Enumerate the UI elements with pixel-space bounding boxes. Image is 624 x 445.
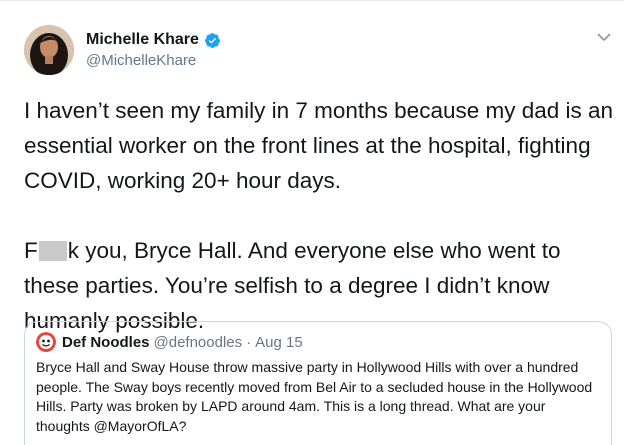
quoted-author-name: Def Noodles xyxy=(62,333,150,351)
quoted-tweet-text: Bryce Hall and Sway House throw massive … xyxy=(36,359,593,434)
tweet-card: Michelle Khare @MichelleKhare I haven’t … xyxy=(0,0,624,445)
tweet-paragraph-1: I haven’t seen my family in 7 months bec… xyxy=(24,98,620,193)
quoted-tweet-date: Aug 15 xyxy=(255,333,303,351)
tweet-paragraph-2-suffix: k you, Bryce Hall. And everyone else who… xyxy=(24,238,567,333)
author-avatar[interactable] xyxy=(24,25,74,75)
avatar-portrait xyxy=(24,25,74,75)
quoted-avatar-image xyxy=(36,332,56,352)
author-handle[interactable]: @MichelleKhare xyxy=(86,52,221,69)
author-block: Michelle Khare @MichelleKhare xyxy=(86,29,221,69)
quoted-separator: · xyxy=(246,333,252,351)
quoted-author-handle: @defnoodles xyxy=(153,333,243,351)
verified-badge-icon xyxy=(205,32,220,48)
author-name-row: Michelle Khare xyxy=(86,29,221,51)
author-display-name[interactable]: Michelle Khare xyxy=(86,31,199,49)
tweet-paragraph-2-prefix: F xyxy=(24,238,38,263)
quoted-tweet-card[interactable]: Def Noodles @defnoodles · Aug 15 Bryce H… xyxy=(24,321,612,445)
censor-block xyxy=(38,241,67,261)
quoted-author-avatar xyxy=(36,332,56,352)
quoted-tweet-header: Def Noodles @defnoodles · Aug 15 xyxy=(36,332,600,352)
chevron-down-icon[interactable] xyxy=(596,29,612,45)
tweet-paragraph-2: Fk you, Bryce Hall. And everyone else wh… xyxy=(24,238,567,333)
tweet-body: I haven’t seen my family in 7 months bec… xyxy=(24,93,616,338)
